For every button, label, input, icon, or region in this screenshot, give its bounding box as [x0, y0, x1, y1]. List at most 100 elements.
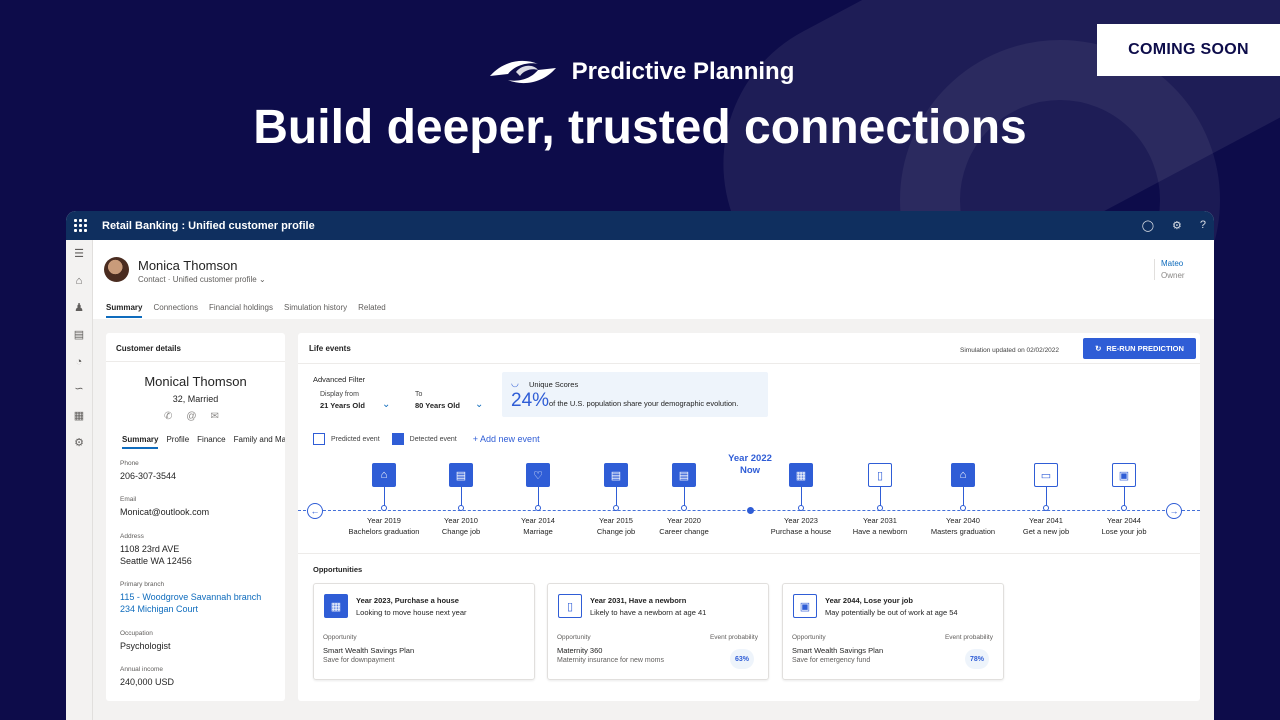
app-window: Retail Banking : Unified customer profil…: [66, 211, 1214, 720]
life-event[interactable]: ▭ Year 2041 Get a new job: [1006, 463, 1086, 536]
now-marker-dot: [746, 507, 754, 514]
event-name: Masters graduation: [930, 527, 996, 536]
detected-legend-swatch: [391, 433, 404, 445]
event-year: Year 2020: [667, 516, 701, 525]
life-event[interactable]: ▤ Year 2010 Change job: [421, 463, 501, 536]
event-name: Marriage: [523, 527, 553, 536]
unique-scores-title: Unique Scores: [529, 380, 579, 389]
app-launcher-icon[interactable]: [74, 218, 88, 233]
opportunity-subtitle: Looking to move house next year: [356, 608, 467, 617]
mail-icon[interactable]: ✉: [211, 411, 219, 422]
event-year: Year 2023: [784, 516, 818, 525]
tab-financial-holdings[interactable]: Financial holdings: [209, 303, 273, 318]
customer-name: Monical Thomson: [144, 374, 247, 389]
bottle-icon: ▯: [868, 463, 892, 487]
timeline-prev-button[interactable]: ←: [307, 503, 323, 519]
life-events-header: Life events: [309, 344, 351, 353]
opportunity-card[interactable]: ▣ Year 2044, Lose your job May potentially…: [782, 583, 1004, 680]
owner-name[interactable]: Mateo: [1161, 259, 1206, 268]
event-probability-label: Event probability: [944, 634, 993, 641]
to-select[interactable]: To 80 Years Old: [415, 391, 460, 410]
brand-name: Predictive Planning: [571, 58, 795, 85]
opportunity-title: Year 2044, Lose your job: [825, 596, 913, 605]
opportunity-label: Opportunity: [792, 634, 826, 641]
chevron-down-icon[interactable]: ⌄: [382, 399, 390, 410]
help-icon[interactable]: ?: [1200, 219, 1206, 232]
chevron-down-icon[interactable]: ⌄: [475, 399, 483, 410]
at-icon[interactable]: @: [186, 411, 196, 422]
app-top-bar: Retail Banking : Unified customer profil…: [66, 211, 1214, 240]
add-new-event-button[interactable]: + Add new event: [473, 434, 540, 444]
subtab-profile[interactable]: Profile: [166, 435, 189, 449]
gear-icon[interactable]: ⚙: [1172, 219, 1182, 232]
branch-link[interactable]: 115 - Woodgrove Savannah branch: [120, 591, 261, 603]
owner-field[interactable]: Mateo Owner: [1154, 259, 1206, 280]
tab-connections[interactable]: Connections: [153, 303, 197, 318]
menu-icon[interactable]: ☰: [66, 240, 92, 267]
event-year: Year 2019: [367, 516, 401, 525]
customer-age-status: 32, Married: [172, 394, 219, 404]
graduation-icon: ⌂: [951, 463, 975, 487]
tab-summary[interactable]: Summary: [106, 303, 143, 318]
life-event[interactable]: ⌂ Year 2019 Bachelors graduation: [344, 463, 424, 536]
phone-icon[interactable]: ✆: [164, 411, 172, 422]
event-name: Have a newborn: [852, 527, 908, 536]
event-year: Year 2014: [521, 516, 555, 525]
life-event[interactable]: ♡ Year 2014 Marriage: [498, 463, 578, 536]
event-dot: [877, 505, 883, 511]
rerun-prediction-button[interactable]: ↻ RE-RUN PREDICTION: [1083, 338, 1196, 359]
life-event[interactable]: ⌂ Year 2040 Masters graduation: [923, 463, 1003, 536]
opportunity-label: Opportunity: [323, 634, 357, 641]
form-selector[interactable]: Unified customer profile: [173, 275, 257, 284]
primary-branch-field: Primary branch 115 - Woodgrove Savannah …: [120, 581, 262, 615]
subtab-summary[interactable]: Summary: [122, 435, 159, 449]
annual-income-field: Annual income 240,000 USD: [120, 666, 175, 687]
life-event[interactable]: ▯ Year 2031 Have a newborn: [840, 463, 920, 536]
phone-field: Phone 206-307-3544: [120, 460, 177, 481]
divider: [298, 363, 1200, 364]
opportunity-card[interactable]: ▦ Year 2023, Purchase a house Looking to m…: [313, 583, 535, 680]
building-icon: ▦: [324, 594, 348, 618]
settings-icon[interactable]: ⚙: [66, 429, 92, 456]
tab-related[interactable]: Related: [358, 303, 386, 318]
opportunity-subtitle: May potentially be out of work at age 54: [825, 608, 958, 617]
home-icon[interactable]: ⌂: [66, 267, 92, 294]
record-tabs: Summary Connections Financial holdings S…: [106, 303, 386, 318]
bell-icon[interactable]: ◯: [1142, 219, 1154, 232]
brand-lockup: Predictive Planning: [0, 54, 1280, 90]
timeline-next-button[interactable]: →: [1166, 503, 1182, 519]
subtab-family[interactable]: Family and Ma: [234, 435, 285, 449]
life-event[interactable]: ▦ Year 2023 Purchase a house: [761, 463, 841, 536]
contact-name: Monica Thomson: [138, 258, 238, 273]
life-event[interactable]: ▤ Year 2020 Career change: [644, 463, 724, 536]
event-probability-value: 78%: [965, 649, 989, 669]
event-year: Year 2040: [946, 516, 980, 525]
briefcase-icon: ▤: [672, 463, 696, 487]
tab-simulation-history[interactable]: Simulation history: [284, 303, 347, 318]
chevron-down-icon[interactable]: ⌄: [259, 275, 266, 284]
opportunity-subtitle: Likely to have a newborn at age 41: [590, 608, 707, 617]
event-dot: [681, 505, 687, 511]
customer-details-header: Customer details: [116, 344, 181, 353]
branch-address-link[interactable]: 234 Michigan Court: [120, 603, 261, 615]
calendar-icon[interactable]: ▦: [66, 402, 92, 429]
event-year: Year 2031: [863, 516, 897, 525]
life-event[interactable]: ▣ Year 2044 Lose your job: [1084, 463, 1164, 536]
money-icon: ▭: [1034, 463, 1058, 487]
event-year: Year 2041: [1029, 516, 1063, 525]
life-events-panel: Life events Simulation updated on 02/02/…: [298, 333, 1200, 701]
opportunity-label: Opportunity: [557, 634, 591, 641]
contact-subtitle: Contact · Unified customer profile ⌄: [138, 275, 266, 284]
unique-scores-card: ◡ Unique Scores 24% of the U.S. populati…: [502, 372, 768, 417]
opportunity-card[interactable]: ▯ Year 2031, Have a newborn Likely to have…: [547, 583, 769, 680]
pie-chart-icon[interactable]: ◔: [66, 348, 92, 375]
book-icon[interactable]: ▤: [66, 321, 92, 348]
opportunity-name: Smart Wealth Savings Plan: [792, 646, 884, 655]
event-name: Purchase a house: [770, 527, 832, 536]
customer-subtabs: Summary Profile Finance Family and Ma: [122, 435, 285, 449]
display-from-select[interactable]: Display from 21 Years Old: [320, 391, 365, 410]
subtab-finance[interactable]: Finance: [197, 435, 225, 449]
event-dot: [1121, 505, 1127, 511]
people-icon[interactable]: ♟: [66, 294, 92, 321]
line-chart-icon[interactable]: ∽: [66, 375, 92, 402]
